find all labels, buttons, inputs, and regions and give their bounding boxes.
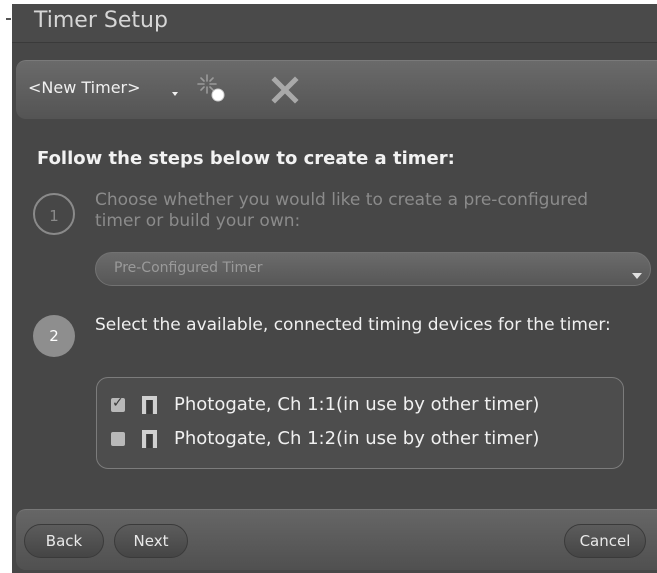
step-2-badge: 2 [33, 315, 75, 357]
device-checkbox[interactable]: ✓ [111, 395, 125, 412]
step-1-text: Choose whether you would like to create … [95, 190, 589, 231]
back-button[interactable]: Back [24, 524, 104, 558]
device-row[interactable]: ✓ Photogate, Ch 1:1(in use by other time… [111, 394, 611, 418]
title-bar: Timer Setup [12, 4, 657, 43]
checkmark-icon: ✓ [112, 395, 124, 411]
app-frame: Timer Setup <New Timer> Follow the steps… [0, 0, 657, 573]
device-list: ✓ Photogate, Ch 1:1(in use by other time… [96, 377, 624, 469]
instructions-heading: Follow the steps below to create a timer… [37, 148, 455, 169]
cancel-button[interactable]: Cancel [564, 524, 646, 558]
window-title: Timer Setup [34, 8, 168, 33]
sparkle-new-icon[interactable] [196, 73, 230, 105]
timer-toolbar: <New Timer> [16, 60, 657, 119]
left-edge [0, 0, 10, 573]
next-button[interactable]: Next [114, 524, 188, 558]
step-2-text: Select the available, connected timing d… [95, 315, 611, 335]
chevron-down-icon [632, 273, 642, 279]
timer-type-select[interactable]: Pre-Configured Timer [95, 252, 651, 286]
timer-type-select-value: Pre-Configured Timer [114, 260, 263, 276]
photogate-sensor-icon [142, 430, 157, 448]
close-icon[interactable] [270, 75, 300, 105]
photogate-sensor-icon [142, 396, 157, 414]
left-edge-tick [6, 18, 11, 20]
device-row[interactable]: Photogate, Ch 1:2(in use by other timer) [111, 428, 611, 452]
device-label: Photogate, Ch 1:1(in use by other timer) [174, 394, 540, 415]
timer-select[interactable]: <New Timer> [28, 78, 141, 97]
timer-select-dropdown-icon[interactable] [172, 92, 178, 96]
device-label: Photogate, Ch 1:2(in use by other timer) [174, 428, 540, 449]
timer-setup-panel: Timer Setup <New Timer> Follow the steps… [12, 4, 657, 573]
device-checkbox[interactable] [111, 432, 125, 446]
footer-bar: Back Next Cancel [16, 509, 657, 570]
step-1-badge: 1 [33, 193, 75, 235]
